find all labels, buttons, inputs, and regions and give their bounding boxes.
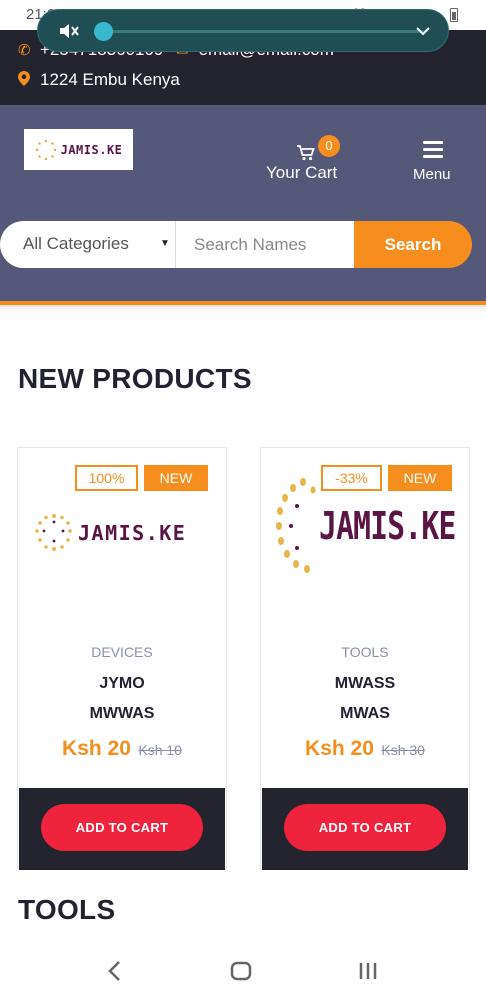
logo-sunburst-icon (35, 139, 56, 160)
volume-slider-handle[interactable] (94, 22, 113, 41)
product-card[interactable]: -33% NEW JAMIS.KE TOOLS MWASS MWAS Ksh 2… (260, 447, 470, 870)
address-text: 1224 Embu Kenya (40, 70, 180, 89)
cart-button[interactable]: 0 Your Cart (266, 135, 346, 185)
product-price: Ksh 20 Ksh 30 (261, 737, 469, 761)
product-name-line2[interactable]: MWAS (261, 705, 469, 723)
category-select[interactable]: All Categories ▼ (0, 221, 175, 268)
logo-text: JAMIS.KE (60, 142, 123, 157)
address-contact: 1224 Embu Kenya (18, 70, 180, 90)
current-price: Ksh 20 (62, 737, 131, 760)
search-bar: All Categories ▼ Search (0, 221, 472, 268)
phone-icon: ✆ (18, 42, 31, 59)
battery-icon (450, 8, 458, 22)
product-logo-text: JAMIS.KE (319, 504, 456, 548)
system-nav-bar (0, 940, 486, 1000)
add-to-cart-area: ADD TO CART (19, 788, 225, 870)
category-selected-value: All Categories (23, 234, 129, 253)
product-image[interactable]: JAMIS.KE (32, 512, 214, 554)
screen: 21:0 ✉ ⏰ ▲ ◔ ✆ +254718360109 ✉ email@ema… (0, 0, 486, 1000)
caret-down-icon: ▼ (160, 238, 170, 249)
location-pin-icon (18, 70, 30, 90)
site-logo[interactable]: JAMIS.KE (24, 129, 133, 170)
current-price: Ksh 20 (305, 737, 374, 760)
search-input[interactable] (175, 221, 354, 268)
volume-overlay (37, 9, 449, 52)
volume-slider-track[interactable] (94, 30, 424, 33)
discount-badge: 100% (75, 465, 138, 491)
chevron-down-icon[interactable] (414, 22, 432, 40)
product-category[interactable]: TOOLS (261, 644, 469, 660)
home-icon[interactable] (230, 961, 252, 986)
product-price: Ksh 20 Ksh 10 (18, 737, 226, 761)
add-to-cart-button[interactable]: ADD TO CART (284, 804, 446, 851)
product-logo-text: JAMIS.KE (78, 521, 187, 545)
search-button[interactable]: Search (354, 221, 472, 268)
product-image[interactable]: JAMIS.KE (275, 476, 467, 576)
product-name-line2[interactable]: MWWAS (18, 705, 226, 723)
recent-apps-icon[interactable] (358, 961, 378, 986)
section-title-tools: TOOLS (18, 894, 116, 925)
header-shadow (0, 305, 486, 313)
logo-sunburst-icon (276, 478, 316, 573)
hamburger-menu-icon (423, 141, 443, 158)
cart-label: Your Cart (266, 163, 338, 182)
menu-label: Menu (413, 166, 451, 183)
new-badge: NEW (144, 465, 208, 491)
old-price: Ksh 30 (381, 742, 425, 758)
cart-count-badge: 0 (318, 135, 340, 157)
add-to-cart-area: ADD TO CART (262, 788, 468, 870)
product-badges: 100% NEW (75, 465, 208, 491)
add-to-cart-button[interactable]: ADD TO CART (41, 804, 203, 851)
volume-mute-icon[interactable] (58, 21, 80, 41)
product-name-line1[interactable]: JYMO (18, 675, 226, 693)
old-price: Ksh 10 (138, 742, 182, 758)
product-category[interactable]: DEVICES (18, 644, 226, 660)
product-name-line1[interactable]: MWASS (261, 675, 469, 693)
back-icon[interactable] (106, 960, 122, 987)
section-title-new-products: NEW PRODUCTS (18, 363, 252, 394)
cart-icon (297, 145, 315, 161)
menu-button[interactable]: Menu (412, 141, 456, 185)
product-card[interactable]: 100% NEW JAMIS.KE DEVICES JYMO MWWAS Ksh… (17, 447, 227, 870)
site-header: JAMIS.KE 0 Your Cart Menu All Categories… (0, 105, 486, 305)
logo-sunburst-icon (35, 514, 72, 551)
